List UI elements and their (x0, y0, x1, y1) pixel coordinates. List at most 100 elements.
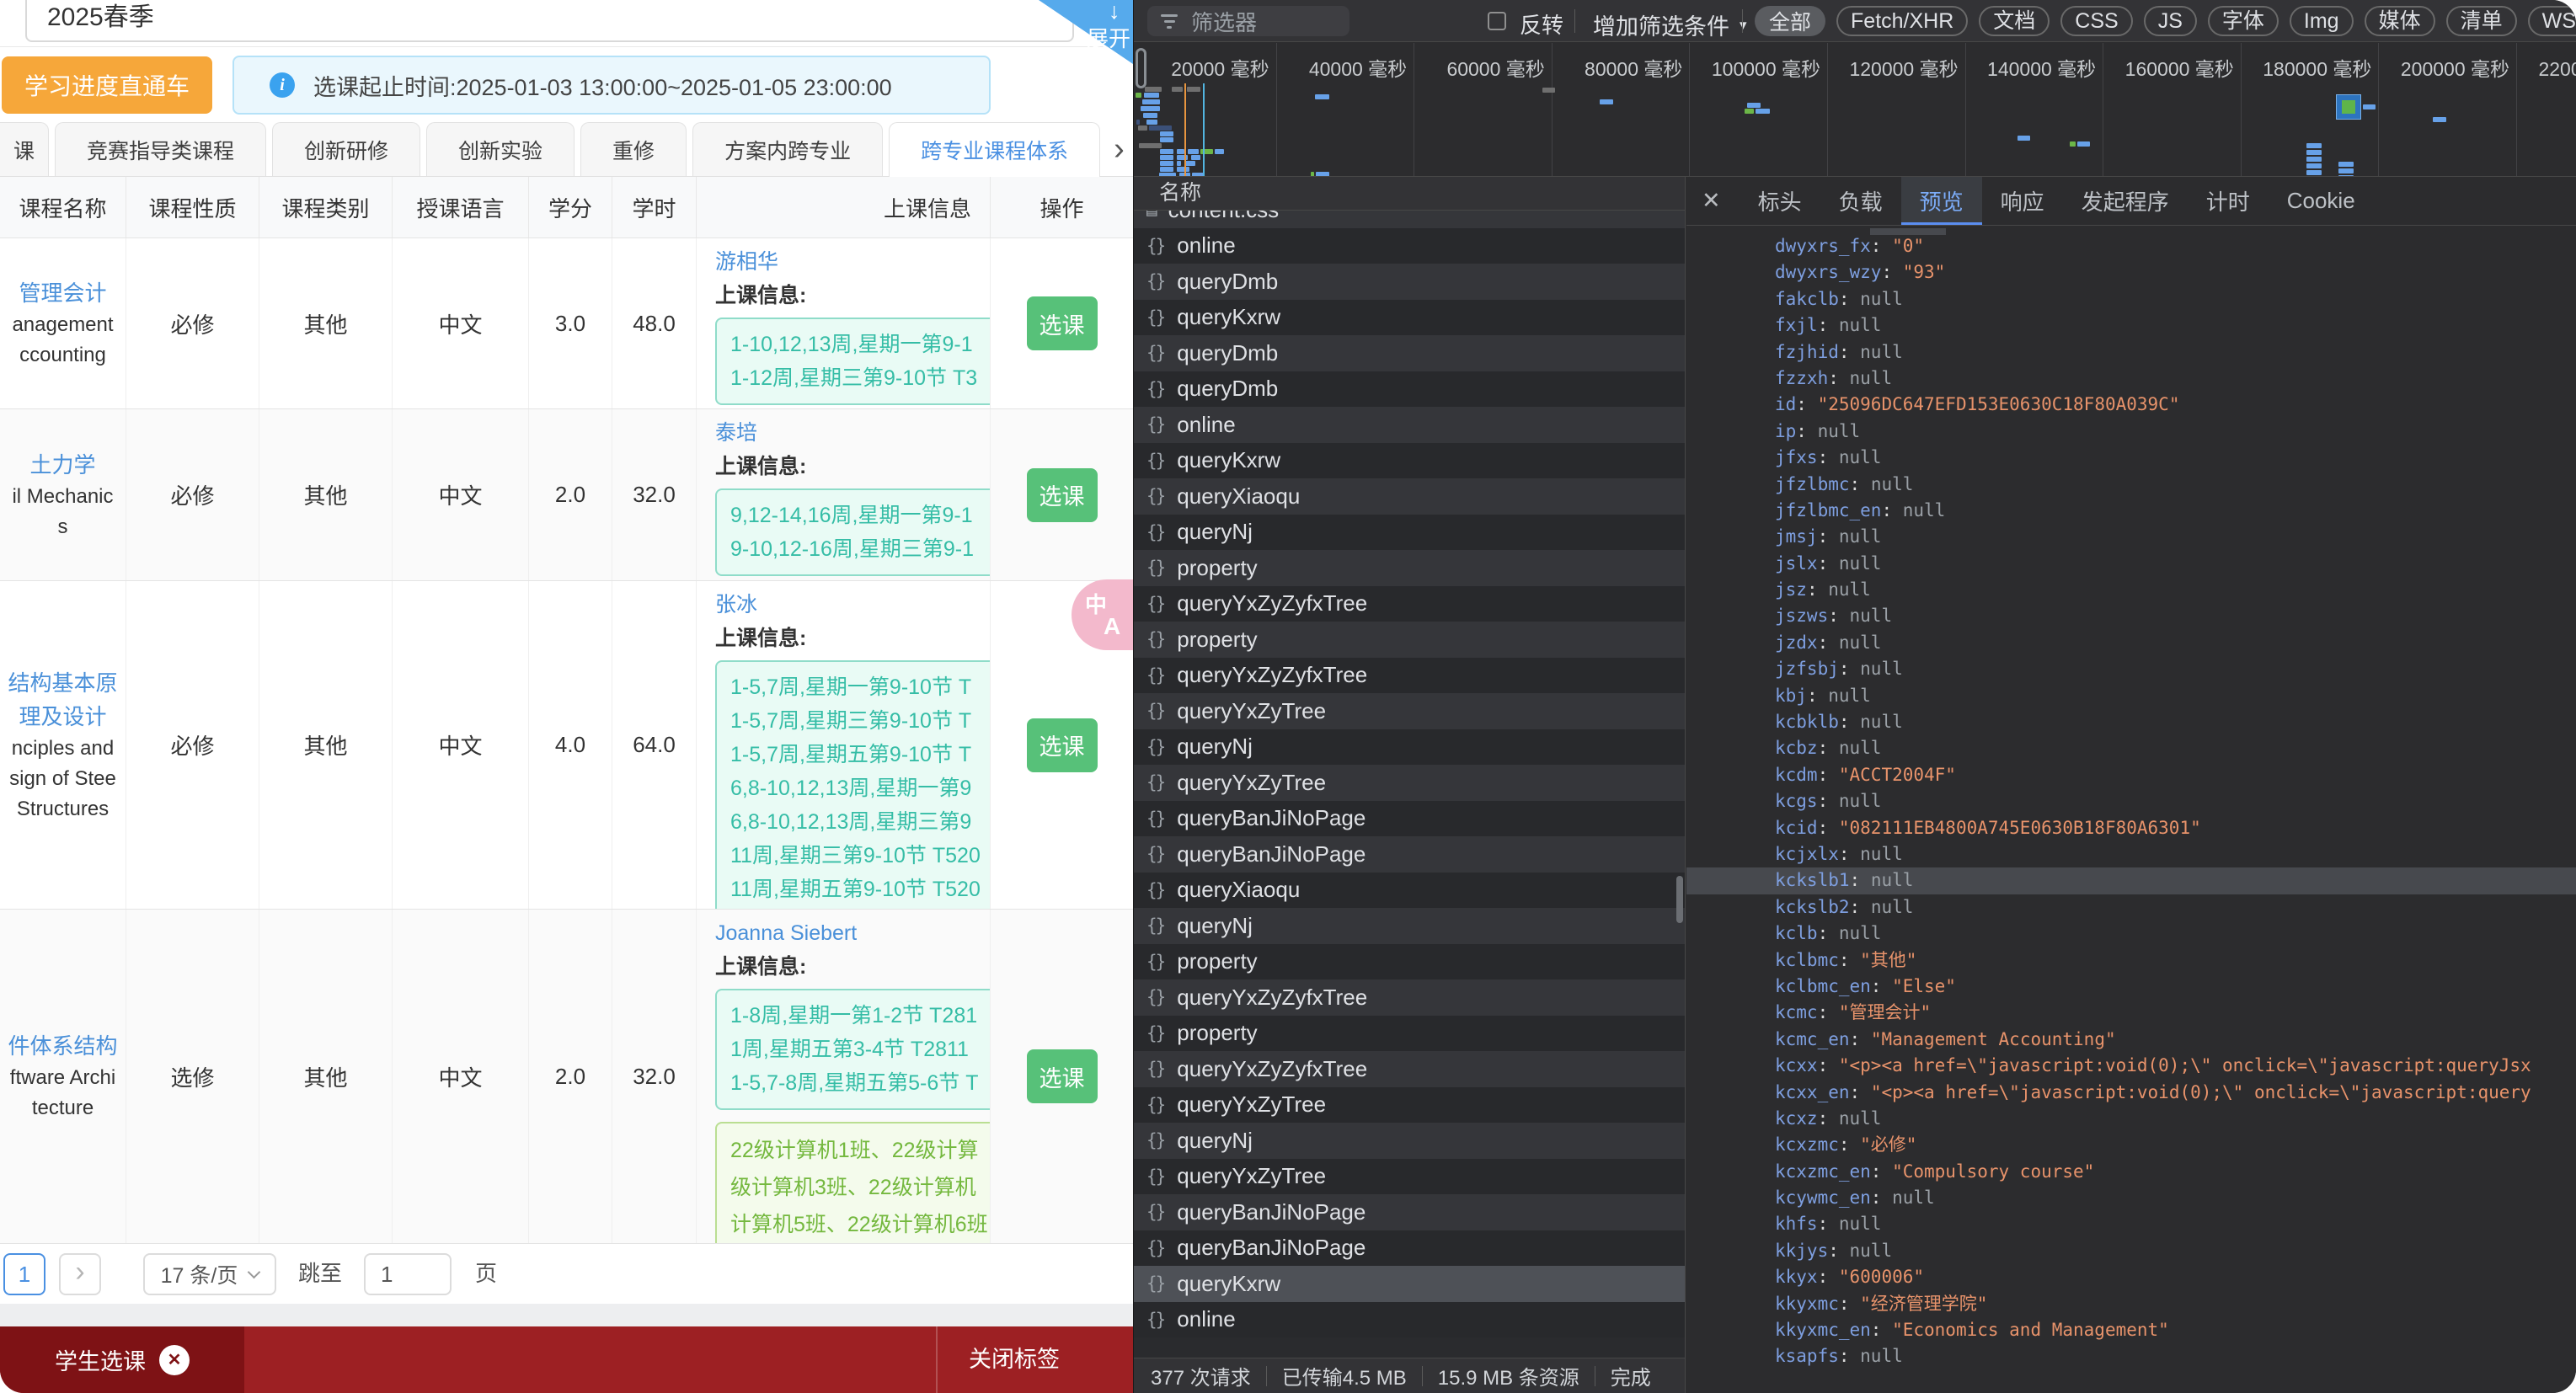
tab-创新实验[interactable]: 创新实验 (426, 122, 575, 176)
json-property-jfzlbmc[interactable]: jfzlbmc: null (1686, 472, 2576, 498)
filter-chip-文档[interactable]: 文档 (1979, 6, 2050, 36)
json-property-kckslb1[interactable]: kckslb1: null (1686, 867, 2576, 894)
detail-tab-预览[interactable]: 预览 (1900, 177, 1982, 225)
request-queryYxZyZyfxTree[interactable]: {} queryYxZyZyfxTree (1134, 657, 1685, 693)
filter-chip-WS[interactable]: WS (2527, 6, 2576, 36)
json-property-kcdm[interactable]: kcdm: "ACCT2004F" (1686, 762, 2576, 788)
detail-tab-Cookie[interactable]: Cookie (2269, 177, 2374, 225)
json-property-jsz[interactable]: jsz: null (1686, 577, 2576, 603)
json-property-kcmc[interactable]: kcmc: "管理会计" (1686, 1000, 2576, 1026)
schedule-box[interactable]: 1-10,12,13周,星期一第9-1 1-12周,星期三第9-10节 T3 (715, 318, 990, 405)
select-course-button[interactable]: 选课 (1026, 718, 1098, 772)
json-property-khfs[interactable]: khfs: null (1686, 1211, 2576, 1237)
json-property-kcxzmc_en[interactable]: kcxzmc_en: "Compulsory course" (1686, 1159, 2576, 1185)
request-property[interactable]: {} property (1134, 1015, 1685, 1051)
json-property-kcxz[interactable]: kcxz: null (1686, 1106, 2576, 1132)
json-property-jszws[interactable]: jszws: null (1686, 603, 2576, 629)
request-queryKxrw[interactable]: {} queryKxrw (1134, 1266, 1685, 1302)
request-queryXiaoqu[interactable]: {} queryXiaoqu (1134, 478, 1685, 515)
request-list-header[interactable]: 名称 (1134, 177, 1685, 211)
json-property-kcgs[interactable]: kcgs: null (1686, 788, 2576, 814)
request-queryYxZyZyfxTree[interactable]: {} queryYxZyZyfxTree (1134, 585, 1685, 622)
filter-chip-Img[interactable]: Img (2289, 6, 2354, 36)
request-property[interactable]: {} property (1134, 943, 1685, 979)
teacher-link[interactable]: Joanna Siebert (715, 918, 990, 948)
json-property-id[interactable]: id: "25096DC647EFD153E0630C18F80A039C" (1686, 392, 2576, 418)
detail-tab-标头[interactable]: 标头 (1740, 177, 1820, 225)
detail-tab-发起程序[interactable]: 发起程序 (2063, 177, 2188, 225)
close-tab-icon[interactable]: ✕ (159, 1344, 190, 1375)
request-queryNj[interactable]: {} queryNj (1134, 729, 1685, 765)
request-queryYxZyTree[interactable]: {} queryYxZyTree (1134, 765, 1685, 801)
course-name-link[interactable]: 理及设计 (19, 701, 106, 733)
select-course-button[interactable]: 选课 (1026, 1049, 1098, 1103)
request-queryDmb[interactable]: {} queryDmb (1134, 371, 1685, 407)
teacher-link[interactable]: 游相华 (715, 247, 990, 277)
json-property-kcmc_en[interactable]: kcmc_en: "Management Accounting" (1686, 1027, 2576, 1053)
json-property-kkyxmc[interactable]: kkyxmc: "经济管理学院" (1686, 1291, 2576, 1317)
json-property-fzjhid[interactable]: fzjhid: null (1686, 339, 2576, 366)
json-property-jslx[interactable]: jslx: null (1686, 551, 2576, 577)
request-queryBanJiNoPage[interactable]: {} queryBanJiNoPage (1134, 800, 1685, 836)
json-property-kkjys[interactable]: kkjys: null (1686, 1238, 2576, 1264)
json-property-jfzlbmc_en[interactable]: jfzlbmc_en: null (1686, 498, 2576, 524)
select-course-button[interactable]: 选课 (1026, 296, 1098, 350)
json-property-kckslb2[interactable]: kckslb2: null (1686, 894, 2576, 921)
add-filter-dropdown[interactable]: 增加筛选条件 ▾ (1593, 8, 1747, 41)
schedule-box[interactable]: 1-8周,星期一第1-2节 T281 1周,星期五第3-4节 T2811 1-5,7… (715, 989, 990, 1110)
progress-button[interactable]: 学习进度直通车 (2, 56, 212, 114)
json-property-dwyxrs_wzy[interactable]: dwyxrs_wzy: "93" (1686, 259, 2576, 286)
json-property-kcjxlx[interactable]: kcjxlx: null (1686, 841, 2576, 867)
request-queryBanJiNoPage[interactable]: {} queryBanJiNoPage (1134, 836, 1685, 873)
json-property-kkyxmc_en[interactable]: kkyxmc_en: "Economics and Management" (1686, 1317, 2576, 1343)
json-property-dwyxrs_fx[interactable]: dwyxrs_fx: "0" (1686, 233, 2576, 259)
page-button-1[interactable]: 1 (3, 1253, 45, 1295)
json-property-kcbz[interactable]: kcbz: null (1686, 735, 2576, 761)
request-queryKxrw[interactable]: {} queryKxrw (1134, 299, 1685, 335)
request-queryYxZyZyfxTree[interactable]: {} queryYxZyZyfxTree (1134, 979, 1685, 1016)
request-property[interactable]: {} property (1134, 550, 1685, 586)
course-name-link[interactable]: 件体系结构 (8, 1030, 117, 1062)
tab-student-course-selection[interactable]: 学生选课 ✕ (0, 1326, 244, 1393)
filter-chip-清单[interactable]: 清单 (2445, 6, 2517, 36)
json-property-kcxzmc[interactable]: kcxzmc: "必修" (1686, 1132, 2576, 1158)
course-name-link[interactable]: 管理会计 (19, 277, 106, 309)
json-property-fxjl[interactable]: fxjl: null (1686, 312, 2576, 339)
detail-tab-计时[interactable]: 计时 (2188, 177, 2269, 225)
request-queryYxZyTree[interactable]: {} queryYxZyTree (1134, 1158, 1685, 1194)
json-property-jfxs[interactable]: jfxs: null (1686, 445, 2576, 471)
request-queryDmb[interactable]: {} queryDmb (1134, 335, 1685, 371)
tab-重修[interactable]: 重修 (580, 122, 687, 176)
request-queryBanJiNoPage[interactable]: {} queryBanJiNoPage (1134, 1230, 1685, 1266)
request-queryXiaoqu[interactable]: {} queryXiaoqu (1134, 872, 1685, 908)
semester-select[interactable]: 2025春季 (25, 0, 1074, 42)
request-queryKxrw[interactable]: {} queryKxrw (1134, 442, 1685, 478)
filter-chip-字体[interactable]: 字体 (2207, 6, 2279, 36)
request-online[interactable]: {} online (1134, 407, 1685, 443)
request-online[interactable]: {} online (1134, 227, 1685, 264)
json-property-kcxx[interactable]: kcxx: "<p><a href=\"javascript:void(0);\… (1686, 1053, 2576, 1079)
tab-创新研修[interactable]: 创新研修 (272, 122, 421, 176)
next-page-button[interactable]: › (59, 1253, 101, 1295)
tabs-more-chevron[interactable]: › (1114, 133, 1125, 165)
request-queryBanJiNoPage[interactable]: {} queryBanJiNoPage (1134, 1194, 1685, 1230)
request-online[interactable]: {} online (1134, 1301, 1685, 1337)
json-property-kclbmc[interactable]: kclbmc: "其他" (1686, 947, 2576, 974)
json-property-kcxx_en[interactable]: kcxx_en: "<p><a href=\"javascript:void(0… (1686, 1080, 2576, 1106)
json-property-jzdx[interactable]: jzdx: null (1686, 630, 2576, 656)
course-name-link[interactable]: 土力学 (29, 449, 95, 481)
filter-chip-JS[interactable]: JS (2143, 6, 2197, 36)
json-property-fzzxh[interactable]: fzzxh: null (1686, 366, 2576, 392)
request-queryNj[interactable]: {} queryNj (1134, 514, 1685, 550)
tab-跨专业课程体系[interactable]: 跨专业课程体系 (889, 122, 1101, 177)
json-property-kcywmc_en[interactable]: kcywmc_en: null (1686, 1185, 2576, 1211)
json-property-ksapfs[interactable]: ksapfs: null (1686, 1343, 2576, 1369)
course-name-link[interactable]: 结构基本原 (8, 667, 117, 699)
tab-竞赛指导类课程[interactable]: 竞赛指导类课程 (55, 122, 267, 176)
request-queryNj[interactable]: {} queryNj (1134, 908, 1685, 944)
filter-chip-全部[interactable]: 全部 (1755, 6, 1826, 36)
schedule-box[interactable]: 9,12-14,16周,星期一第9-1 9-10,12-16周,星期三第9-1 (715, 488, 990, 576)
close-icon[interactable]: ✕ (1702, 188, 1721, 214)
network-filter-input[interactable]: 筛选器 (1147, 6, 1349, 36)
invert-checkbox[interactable] (1488, 12, 1506, 30)
